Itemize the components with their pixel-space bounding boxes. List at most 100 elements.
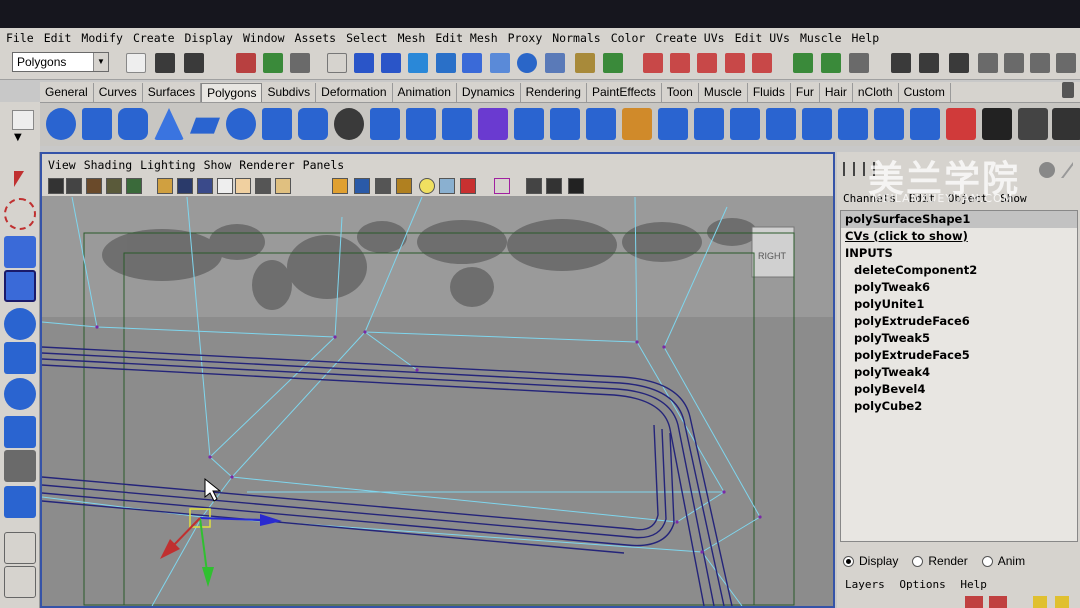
safe-action-icon[interactable]: [255, 178, 271, 194]
reduce-icon[interactable]: [550, 108, 580, 140]
radio-render[interactable]: [912, 555, 924, 567]
handle-select-icon[interactable]: [354, 53, 374, 73]
smooth-shade-icon[interactable]: [354, 178, 370, 194]
perspective-viewport[interactable]: View Shading Lighting Show Renderer Pane…: [40, 152, 835, 608]
menu-edit[interactable]: Edit: [44, 31, 72, 45]
bookmarks-icon[interactable]: [86, 178, 102, 194]
select-by-component-icon[interactable]: [290, 53, 310, 73]
poly-helix-icon[interactable]: [334, 108, 364, 140]
isolate-select-icon[interactable]: [494, 178, 510, 194]
channel-box-arrow-icon[interactable]: [1061, 162, 1073, 178]
tab-painteffects[interactable]: PaintEffects: [587, 83, 662, 102]
radio-display[interactable]: [843, 555, 854, 567]
field-chart-icon[interactable]: [235, 178, 251, 194]
ipr-render-icon[interactable]: [949, 53, 969, 73]
poly-sphere-icon[interactable]: [46, 108, 76, 140]
layout-single-icon[interactable]: [4, 532, 36, 564]
menu-file[interactable]: File: [6, 31, 34, 45]
offset-edge-loop-icon[interactable]: [874, 108, 904, 140]
gate-mask-icon[interactable]: [217, 178, 233, 194]
lasso-tool-icon[interactable]: [4, 198, 36, 230]
sculpt-geometry-icon[interactable]: [946, 108, 976, 140]
xray-joints-icon[interactable]: [546, 178, 562, 194]
input-node[interactable]: deleteComponent2: [841, 262, 1077, 279]
snap-curve-icon[interactable]: [670, 53, 690, 73]
panel-menu-view[interactable]: View: [48, 158, 76, 172]
menu-edit-mesh[interactable]: Edit Mesh: [435, 31, 497, 45]
trash-icon[interactable]: [1062, 82, 1074, 98]
textured-icon[interactable]: [396, 178, 412, 194]
layer-menu-help[interactable]: Help: [960, 578, 987, 591]
image-plane-icon[interactable]: [106, 178, 122, 194]
tab-hair[interactable]: Hair: [820, 83, 853, 102]
menu-help[interactable]: Help: [852, 31, 880, 45]
input-node[interactable]: polyTweak6: [841, 279, 1077, 296]
chevron-down-icon[interactable]: ▼: [93, 53, 108, 71]
combine-icon[interactable]: [370, 108, 400, 140]
menu-display[interactable]: Display: [185, 31, 233, 45]
object-name[interactable]: polySurfaceShape1: [841, 211, 1077, 228]
bridge-icon[interactable]: [730, 108, 760, 140]
radio-anim[interactable]: [981, 555, 993, 567]
poly-cube-icon[interactable]: [82, 108, 112, 140]
input-node[interactable]: polyCube2: [841, 398, 1077, 415]
mirror-icon[interactable]: [586, 108, 616, 140]
bevel-icon[interactable]: [910, 108, 940, 140]
menu-create[interactable]: Create: [133, 31, 175, 45]
tab-deformation[interactable]: Deformation: [316, 83, 393, 102]
xray-icon[interactable]: [526, 178, 542, 194]
input-ops-icon[interactable]: [793, 53, 813, 73]
rotate-tool-icon[interactable]: [4, 308, 36, 340]
poly-cone-icon[interactable]: [154, 108, 184, 140]
safe-title-icon[interactable]: [275, 178, 291, 194]
tab-toon[interactable]: Toon: [662, 83, 699, 102]
tab-fluids[interactable]: Fluids: [748, 83, 791, 102]
dynamic-select-icon[interactable]: [490, 53, 510, 73]
tab-subdivs[interactable]: Subdivs: [262, 83, 317, 102]
select-by-object-icon[interactable]: [263, 53, 283, 73]
lock-selection-icon[interactable]: [575, 53, 595, 73]
grid-toggle-icon[interactable]: [157, 178, 173, 194]
select-camera-icon[interactable]: [48, 178, 64, 194]
input-node[interactable]: polyUnite1: [841, 296, 1077, 313]
panel-menu-renderer[interactable]: Renderer: [239, 158, 294, 172]
render-select-icon[interactable]: [517, 53, 537, 73]
tab-fur[interactable]: Fur: [791, 83, 820, 102]
input-node[interactable]: polyTweak5: [841, 330, 1077, 347]
uv-texture-editor-icon[interactable]: [982, 108, 1012, 140]
panel-menu-show[interactable]: Show: [204, 158, 232, 172]
boolean-icon[interactable]: [478, 108, 508, 140]
resolution-gate-icon[interactable]: [197, 178, 213, 194]
shadows-icon[interactable]: [439, 178, 455, 194]
menu-window[interactable]: Window: [243, 31, 285, 45]
make-live-icon[interactable]: [752, 53, 772, 73]
camera-attributes-icon[interactable]: [66, 178, 82, 194]
tab-polygons[interactable]: Polygons: [201, 83, 263, 102]
new-scene-icon[interactable]: [126, 53, 146, 73]
pick-mask-icon[interactable]: [327, 53, 347, 73]
tab-surfaces[interactable]: Surfaces: [143, 83, 202, 102]
layer-menu-options[interactable]: Options: [899, 578, 945, 591]
tab-rendering[interactable]: Rendering: [521, 83, 587, 102]
construction-history-icon[interactable]: [849, 53, 869, 73]
render-frame-icon[interactable]: [919, 53, 939, 73]
extract-icon[interactable]: [442, 108, 472, 140]
separate-icon[interactable]: [406, 108, 436, 140]
two-d-pan-zoom-icon[interactable]: [126, 178, 142, 194]
film-gate-icon[interactable]: [177, 178, 193, 194]
tab-curves[interactable]: Curves: [94, 83, 143, 102]
poly-torus-icon[interactable]: [226, 108, 256, 140]
save-scene-icon[interactable]: [184, 53, 204, 73]
xray-components-icon[interactable]: [568, 178, 584, 194]
panel-menu-panels[interactable]: Panels: [303, 158, 345, 172]
quadrangulate-icon[interactable]: [658, 108, 688, 140]
tab-animation[interactable]: Animation: [393, 83, 457, 102]
use-all-lights-icon[interactable]: [419, 178, 435, 194]
soft-modification-icon[interactable]: [4, 416, 36, 448]
tab-dynamics[interactable]: Dynamics: [457, 83, 521, 102]
poly-plane-icon[interactable]: [190, 117, 220, 134]
chevron-down-icon[interactable]: ▼: [14, 132, 22, 143]
render-view-icon[interactable]: [891, 53, 911, 73]
input-node[interactable]: polyTweak4: [841, 364, 1077, 381]
render-settings-icon[interactable]: [978, 53, 998, 73]
